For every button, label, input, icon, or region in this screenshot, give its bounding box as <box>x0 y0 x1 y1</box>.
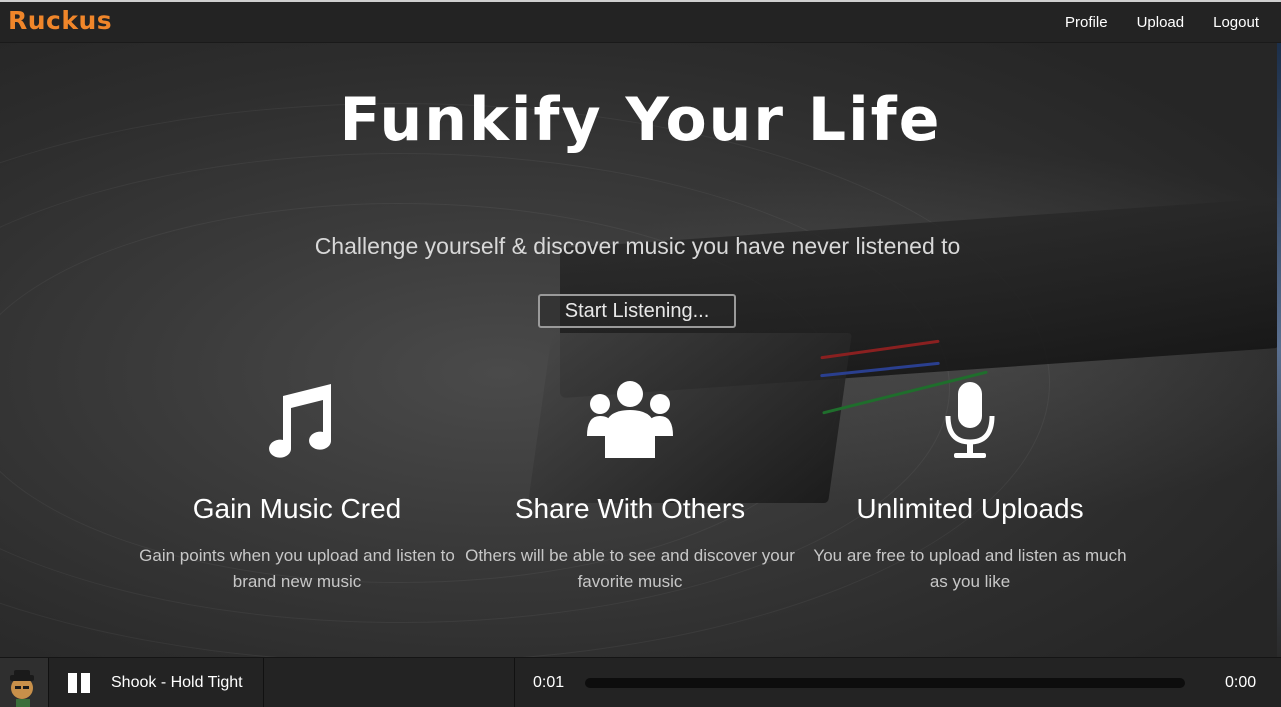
feature-uploads: Unlimited Uploads You are free to upload… <box>805 378 1135 595</box>
feature-share: Share With Others Others will be able to… <box>465 378 795 595</box>
pause-icon <box>81 673 90 693</box>
feature-music-cred: Gain Music Cred Gain points when you upl… <box>132 378 462 595</box>
top-navbar: Ruckus Profile Upload Logout <box>0 0 1281 43</box>
microphone-icon <box>945 382 995 458</box>
brand-logo[interactable]: Ruckus <box>8 6 112 35</box>
track-title: Shook - Hold Tight <box>111 674 243 691</box>
feature-title: Unlimited Uploads <box>856 493 1084 524</box>
hero-section: Funkify Your Life Challenge yourself & d… <box>0 43 1281 657</box>
nav-upload-link[interactable]: Upload <box>1137 14 1185 31</box>
nav-profile-link[interactable]: Profile <box>1065 14 1108 31</box>
feature-description: You are free to upload and listen as muc… <box>813 546 1127 591</box>
window-edge <box>1277 43 1281 657</box>
pause-icon <box>68 673 77 693</box>
album-avatar-icon <box>0 658 48 707</box>
nav-links: Profile Upload Logout <box>1065 14 1259 31</box>
divider <box>514 658 515 707</box>
divider <box>263 658 264 707</box>
nav-logout-link[interactable]: Logout <box>1213 14 1259 31</box>
total-time: 0:00 <box>1225 674 1257 691</box>
music-note-icon <box>269 384 332 458</box>
current-time: 0:01 <box>533 674 565 691</box>
pause-button[interactable] <box>68 673 90 693</box>
audio-player-bar: Shook - Hold Tight 0:01 0:00 <box>0 657 1281 707</box>
hero-subtitle: Challenge yourself & discover music you … <box>314 233 961 259</box>
start-listening-button[interactable]: Start Listening... <box>538 294 736 328</box>
feature-title: Share With Others <box>514 493 746 524</box>
page: Ruckus Profile Upload Logout Funkify You… <box>0 0 1281 707</box>
feature-description: Others will be able to see and discover … <box>465 546 795 591</box>
album-art <box>0 658 48 707</box>
hero-title: Funkify Your Life <box>339 85 942 155</box>
users-group-icon <box>587 381 673 458</box>
progress-bar[interactable] <box>585 678 1185 688</box>
feature-description: Gain points when you upload and listen t… <box>139 546 455 591</box>
divider <box>48 658 49 707</box>
feature-title: Gain Music Cred <box>192 493 402 524</box>
